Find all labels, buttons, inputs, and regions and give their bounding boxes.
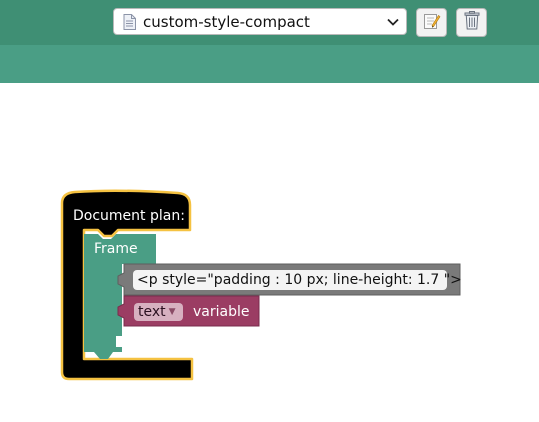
empty-statement-slot: [116, 336, 124, 347]
frame-label: Frame: [94, 241, 138, 257]
dropdown-arrow-icon: ▼: [168, 307, 176, 317]
html-code-field[interactable]: <p style="padding : 10 px; line-height: …: [133, 270, 462, 290]
variable-label: variable: [193, 304, 250, 320]
variable-type-value: text: [138, 304, 166, 320]
document-plan-label: Document plan:: [73, 208, 185, 224]
variable-type-dropdown[interactable]: text ▼: [134, 303, 183, 321]
